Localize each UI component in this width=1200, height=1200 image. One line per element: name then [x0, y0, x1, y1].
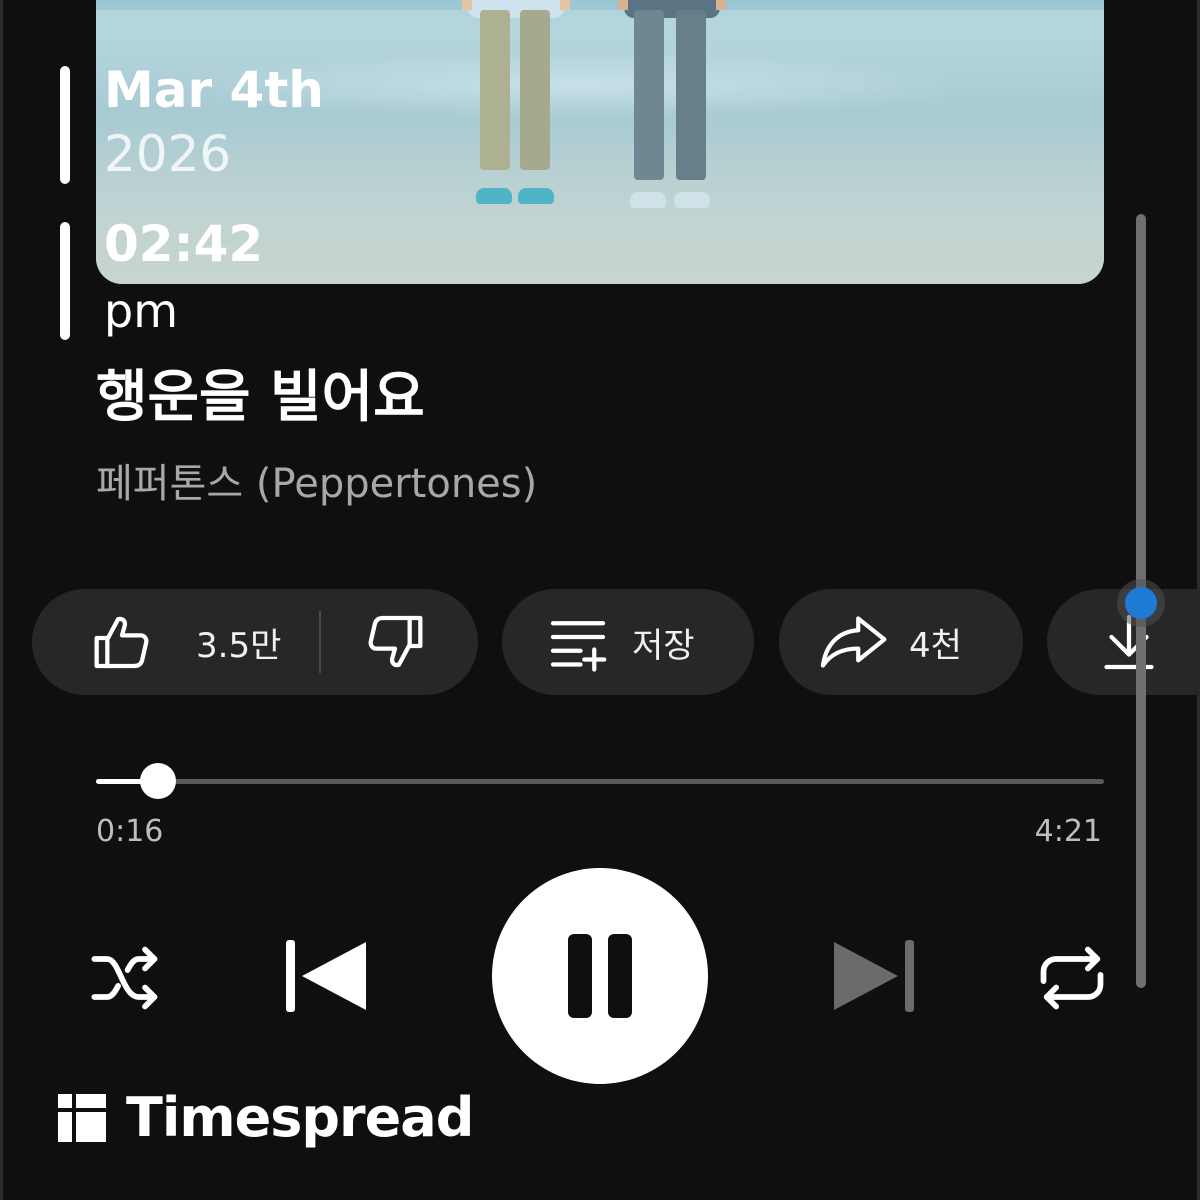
album-art-person-right: [618, 0, 726, 220]
progress-bar[interactable]: [96, 763, 1104, 799]
album-art-sea: [96, 0, 1104, 10]
save-label: 저장: [632, 625, 695, 666]
progress-thumb[interactable]: [139, 763, 176, 799]
repeat-icon[interactable]: [1034, 940, 1110, 1016]
artist-name[interactable]: 페퍼톤스 (Peppertones): [96, 456, 537, 512]
frame-edge-left: [0, 0, 3, 1200]
download-icon: [1104, 614, 1154, 670]
song-title: 행운을 빌어요: [96, 365, 425, 430]
like-dislike-chip: 3.5만: [32, 589, 478, 695]
date-year: 2026: [104, 125, 232, 183]
clock-ampm: pm: [104, 284, 179, 338]
date-accent-bar: [60, 66, 70, 184]
share-icon: [820, 616, 887, 668]
download-button[interactable]: [1047, 589, 1200, 695]
share-count: 4천: [909, 625, 962, 666]
current-time: 0:16: [96, 814, 164, 849]
timespread-logo-icon: [58, 1093, 106, 1142]
clock-time: 02:42: [104, 215, 264, 273]
previous-icon[interactable]: [282, 936, 372, 1016]
brand: Timespread: [58, 1086, 474, 1149]
save-playlist-icon: [550, 621, 607, 672]
scrollbar-thumb[interactable]: [1125, 587, 1157, 619]
total-time: 4:21: [1034, 814, 1102, 849]
play-pause-button[interactable]: [492, 868, 708, 1084]
share-button[interactable]: 4천: [779, 589, 1023, 695]
like-count[interactable]: 3.5만: [196, 618, 281, 667]
like-icon[interactable]: [90, 610, 154, 674]
dislike-icon[interactable]: [363, 610, 427, 674]
brand-name: Timespread: [126, 1086, 474, 1149]
like-divider: [319, 611, 322, 673]
album-art-person-left: [462, 0, 570, 220]
shuffle-icon[interactable]: [88, 940, 164, 1016]
next-icon[interactable]: [828, 936, 918, 1016]
pause-icon: [568, 934, 632, 1018]
time-accent-bar: [60, 222, 70, 340]
save-button[interactable]: 저장: [502, 589, 754, 695]
date-month-day: Mar 4th: [104, 61, 324, 119]
